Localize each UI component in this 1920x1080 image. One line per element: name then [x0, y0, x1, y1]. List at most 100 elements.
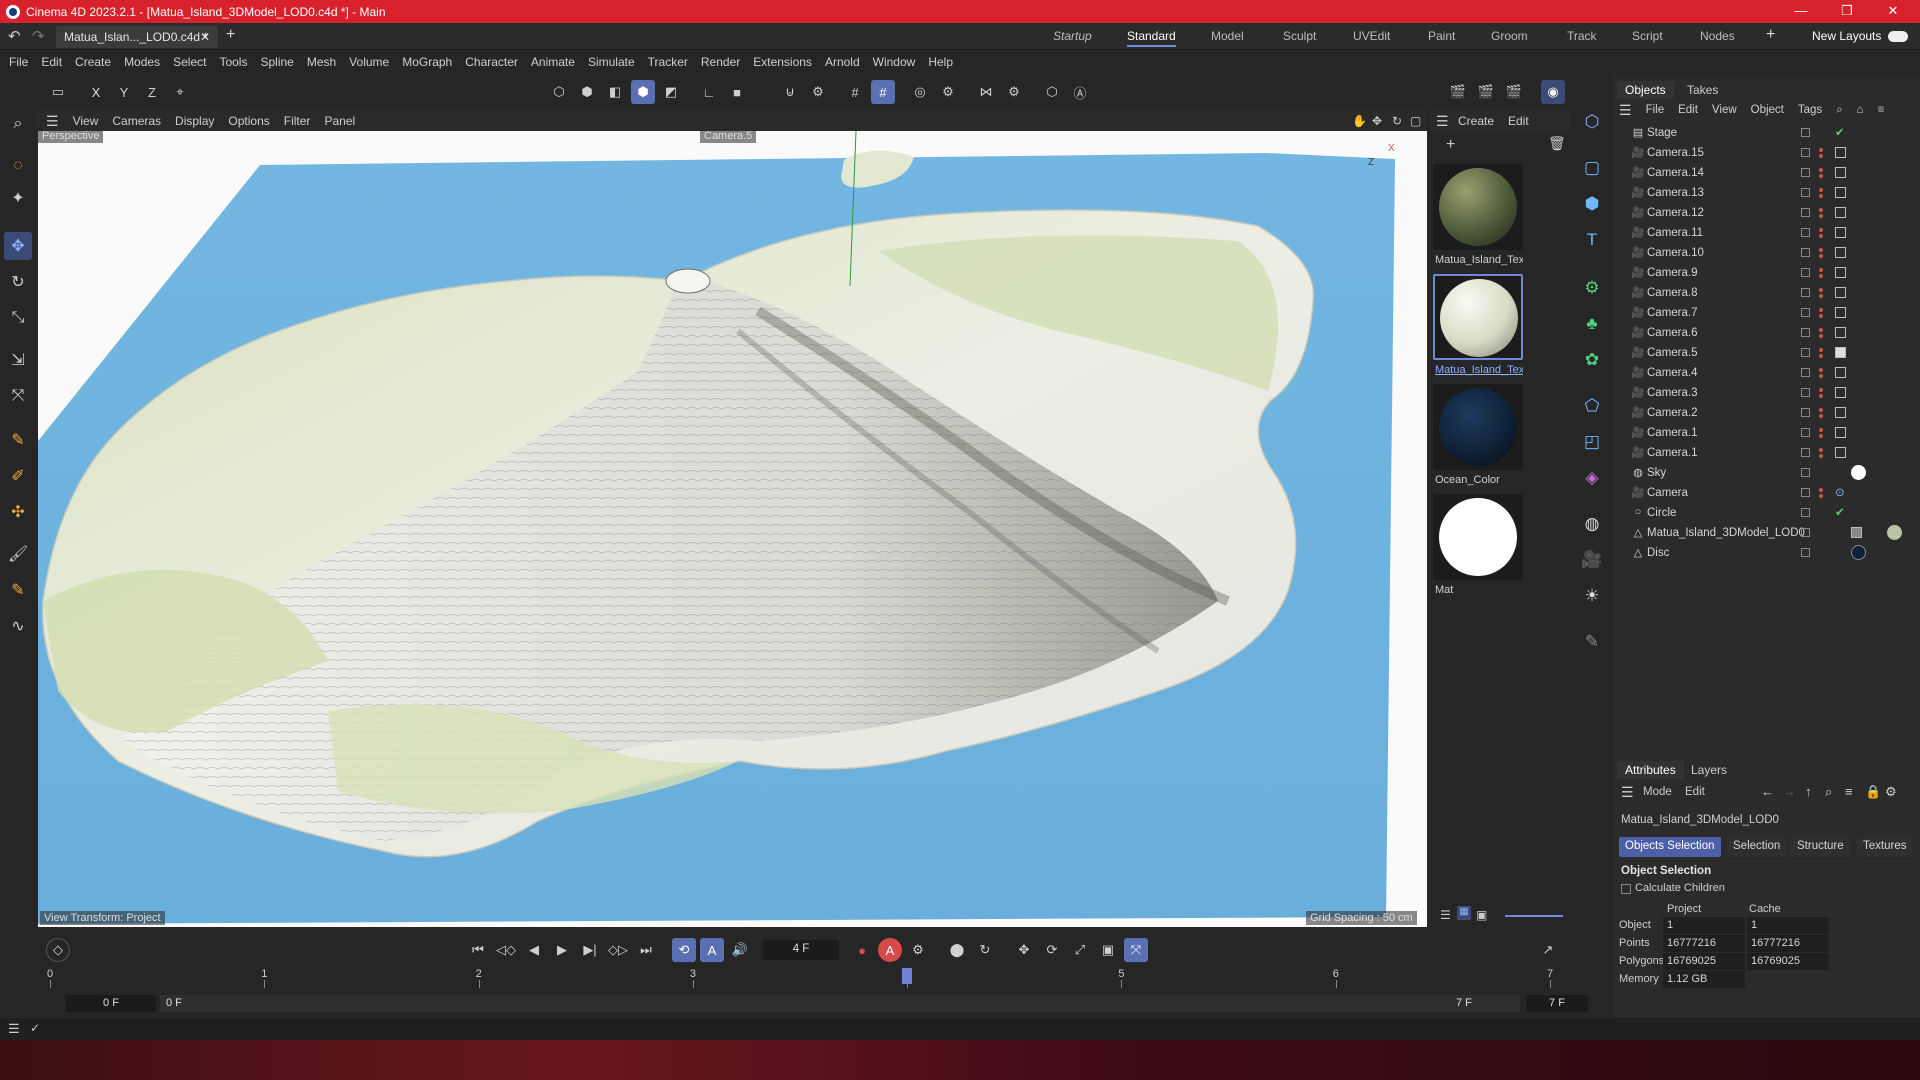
close-tab-icon[interactable]: ✕ [200, 30, 210, 44]
points-mode-icon[interactable]: ⬡ [547, 80, 571, 104]
frame-range-slider[interactable] [160, 995, 1520, 1012]
object-row-stage[interactable]: ▤ Stage ✔ [1613, 123, 1920, 143]
object-row-island-model[interactable]: △ Matua_Island_3DModel_LOD0 [1613, 523, 1920, 543]
selection-button[interactable]: Selection [1727, 837, 1787, 857]
timeline-ruler[interactable]: 01234567 [47, 968, 1560, 994]
object-row-camera[interactable]: 🎥 Camera.9 [1613, 263, 1920, 283]
tab-layers[interactable]: Layers [1691, 763, 1727, 777]
auto-key-icon[interactable]: A [878, 938, 902, 962]
viewport-menu-view[interactable]: View [73, 114, 99, 128]
position-key-icon[interactable]: ✥ [1012, 938, 1036, 962]
object-row-camera[interactable]: 🎥 Camera.10 [1613, 243, 1920, 263]
keyframe-icon[interactable]: ◇ [46, 938, 70, 962]
material-menu-edit[interactable]: Edit [1508, 114, 1529, 128]
object-row-camera[interactable]: 🎥 Camera.12 [1613, 203, 1920, 223]
attributes-menu-mode[interactable]: Mode [1643, 786, 1672, 798]
redo-icon[interactable]: ↷ [32, 27, 45, 45]
layout-tab-model[interactable]: Model [1211, 29, 1244, 43]
filter-icon[interactable]: ≡ [1845, 784, 1853, 799]
menu-modes[interactable]: Modes [124, 55, 160, 69]
render-view-icon[interactable]: 🎬 [1446, 80, 1470, 104]
layout-tab-groom[interactable]: Groom [1491, 29, 1528, 43]
grid-icon[interactable]: # [843, 80, 867, 104]
visibility-toggle[interactable] [1801, 288, 1810, 297]
visibility-toggle[interactable] [1801, 248, 1810, 257]
go-to-start-icon[interactable]: ⏮ [466, 938, 490, 962]
add-material-icon[interactable]: + [1446, 136, 1455, 154]
live-selection-icon[interactable]: ◌ [4, 152, 32, 180]
object-row-sky[interactable]: ◍ Sky [1613, 463, 1920, 483]
visibility-toggle[interactable] [1801, 208, 1810, 217]
workplane-icon[interactable]: ∟ [697, 80, 721, 104]
cube-icon[interactable]: ⬢ [1578, 190, 1606, 218]
object-row-camera-active[interactable]: 🎥 Camera.5 [1613, 343, 1920, 363]
up-arrow-icon[interactable]: ↑ [1805, 784, 1812, 799]
target-tag-icon[interactable] [1835, 207, 1846, 218]
menu-select[interactable]: Select [173, 55, 206, 69]
layout-tab-track[interactable]: Track [1567, 29, 1597, 43]
menu-extensions[interactable]: Extensions [753, 55, 812, 69]
visibility-toggle[interactable] [1801, 188, 1810, 197]
object-row-camera[interactable]: 🎥 Camera.1 [1613, 443, 1920, 463]
brush-icon[interactable]: 🖌 [4, 540, 32, 568]
spline-tools-icon[interactable]: ✣ [4, 498, 32, 526]
new-layouts-toggle[interactable] [1888, 31, 1908, 42]
menu-mograph[interactable]: MoGraph [402, 55, 452, 69]
material-hamburger-icon[interactable]: ☰ [1436, 113, 1449, 130]
point-level-animation-icon[interactable]: ⤧ [1124, 938, 1148, 962]
object-row-circle[interactable]: ○ Circle ✔ [1613, 503, 1920, 523]
knife-tool-icon[interactable]: ✎ [4, 576, 32, 604]
menu-character[interactable]: Character [465, 55, 518, 69]
status-hamburger-icon[interactable]: ☰ [8, 1021, 20, 1037]
viewport-menu-panel[interactable]: Panel [324, 114, 355, 128]
menu-edit[interactable]: Edit [41, 55, 62, 69]
object-menu-tags[interactable]: Tags [1798, 104, 1822, 116]
tab-attributes[interactable]: Attributes [1617, 761, 1684, 779]
spline-rectangle-icon[interactable]: ▢ [1578, 154, 1606, 182]
polygons-mode-icon[interactable]: ◧ [603, 80, 627, 104]
mograph-cloner-icon[interactable]: ⚙ [1578, 274, 1606, 302]
symmetry-icon[interactable]: ⋈ [974, 80, 998, 104]
menu-tools[interactable]: Tools [219, 55, 247, 69]
list-view-icon[interactable]: ☰ [1440, 908, 1451, 922]
target-tag-icon[interactable] [1835, 187, 1846, 198]
camera-target-tag-icon[interactable]: ⊙ [1835, 485, 1845, 499]
visibility-toggle[interactable] [1801, 548, 1810, 557]
layout-tab-startup[interactable]: Startup [1053, 29, 1092, 43]
viewport-projection-label[interactable]: Perspective [38, 131, 104, 143]
move-view-icon[interactable]: ✥ [1372, 114, 1382, 128]
object-row-camera[interactable]: 🎥 Camera.4 [1613, 363, 1920, 383]
layout-tab-standard[interactable]: Standard [1127, 29, 1176, 47]
visibility-toggle[interactable] [1801, 488, 1810, 497]
scale-key-icon[interactable]: ⤢ [1068, 938, 1092, 962]
object-row-camera[interactable]: 🎥 Camera ⊙ [1613, 483, 1920, 503]
delete-material-icon[interactable]: 🗑 [1548, 135, 1566, 152]
layout-tab-nodes[interactable]: Nodes [1700, 29, 1735, 43]
end-frame-field[interactable]: 7 F [1526, 995, 1588, 1012]
playback-mode-icon[interactable]: A [700, 938, 724, 962]
viewport-menu-filter[interactable]: Filter [284, 114, 311, 128]
menu-arnold[interactable]: Arnold [825, 55, 860, 69]
target-tag-icon[interactable] [1835, 327, 1846, 338]
visibility-toggle[interactable] [1801, 448, 1810, 457]
layout-tab-sculpt[interactable]: Sculpt [1283, 29, 1316, 43]
attributes-hamburger-icon[interactable]: ☰ [1621, 784, 1634, 801]
key-interpolation-icon[interactable]: ↻ [973, 938, 997, 962]
spline-pen-icon[interactable]: ✎ [4, 426, 32, 454]
object-row-camera[interactable]: 🎥 Camera.14 [1613, 163, 1920, 183]
play-button-icon[interactable]: ▶ [550, 938, 574, 962]
visibility-toggle[interactable] [1801, 388, 1810, 397]
target-tag-icon[interactable] [1835, 407, 1846, 418]
active-camera-tag-icon[interactable] [1835, 347, 1846, 358]
text-icon[interactable]: T [1578, 226, 1606, 254]
ocean-material-tag-icon[interactable] [1851, 545, 1866, 560]
target-tag-icon[interactable] [1835, 167, 1846, 178]
visibility-toggle[interactable] [1801, 228, 1810, 237]
visibility-toggle[interactable] [1801, 348, 1810, 357]
tags-icon[interactable]: ✎ [1578, 628, 1606, 656]
uv-mode-icon[interactable]: ◩ [659, 80, 683, 104]
undo-icon[interactable]: ↶ [8, 27, 21, 45]
target-tag-icon[interactable] [1835, 147, 1846, 158]
add-tab-icon[interactable]: + [226, 26, 235, 44]
grid-view-icon[interactable]: ▦ [1457, 906, 1471, 920]
